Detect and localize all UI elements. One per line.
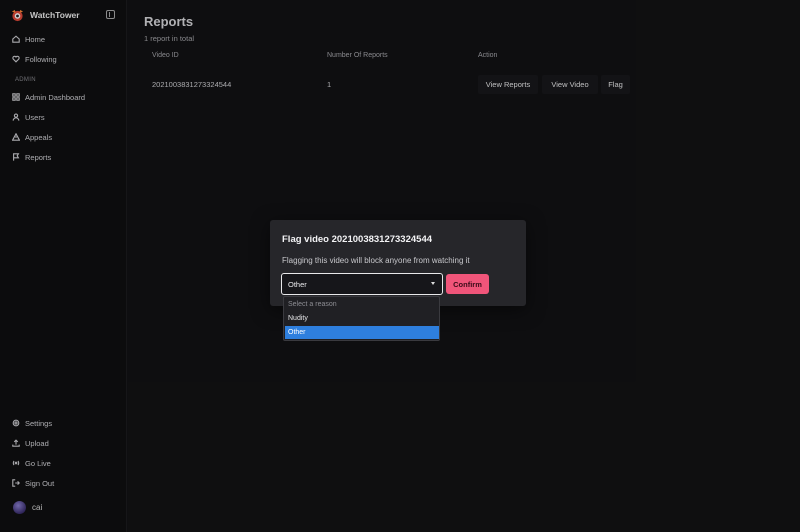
- reason-dropdown-list: Select a reason Nudity Other: [283, 296, 440, 341]
- reason-select[interactable]: Other: [281, 273, 443, 295]
- reason-option-other[interactable]: Other: [285, 326, 439, 339]
- reason-option-nudity[interactable]: Nudity: [285, 312, 439, 325]
- reason-select-value: Other: [288, 279, 307, 289]
- dialog-title: Flag video 2021003831273324544: [282, 234, 433, 245]
- flag-video-dialog: Flag video 2021003831273324544 Flagging …: [270, 220, 526, 306]
- chevron-down-icon: [431, 282, 435, 285]
- reason-option-placeholder: Select a reason: [288, 301, 337, 308]
- dialog-description: Flagging this video will block anyone fr…: [282, 256, 470, 265]
- confirm-button[interactable]: Confirm: [446, 274, 489, 294]
